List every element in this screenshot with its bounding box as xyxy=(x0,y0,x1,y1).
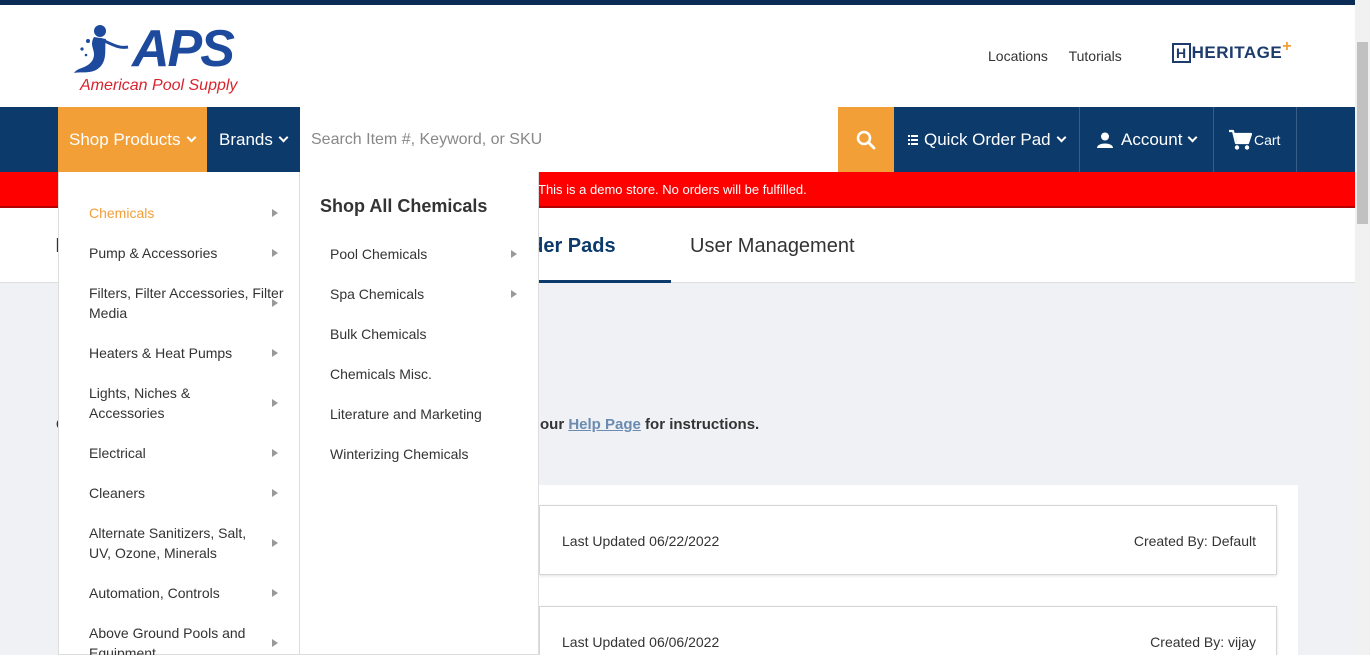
chevron-right-icon xyxy=(272,639,278,647)
heritage-wordmark: HERITAGE xyxy=(1191,43,1283,62)
search-input[interactable] xyxy=(300,107,838,172)
menu-item-above-ground[interactable]: Above Ground Pools and Equipment xyxy=(89,623,264,655)
chevron-right-icon xyxy=(272,539,278,547)
brands-button[interactable]: Brands xyxy=(207,107,300,172)
submenu-item-label: Chemicals Misc. xyxy=(330,366,432,382)
shop-products-menu: Chemicals Pump & Accessories Filters, Fi… xyxy=(58,172,300,655)
submenu-item-label: Literature and Marketing xyxy=(330,406,482,422)
chevron-right-icon xyxy=(272,209,278,217)
submenu-item-label: Pool Chemicals xyxy=(330,246,428,262)
chevron-right-icon xyxy=(511,250,517,258)
chemicals-submenu: Shop All Chemicals Pool Chemicals Spa Ch… xyxy=(300,172,539,655)
user-icon xyxy=(1097,132,1113,148)
menu-item-label: Pump & Accessories xyxy=(89,245,218,261)
menu-item-lights[interactable]: Lights, Niches & Accessories xyxy=(89,383,219,423)
chevron-down-icon xyxy=(1187,132,1198,143)
chevron-right-icon xyxy=(511,290,517,298)
submenu-item-bulk-chemicals[interactable]: Bulk Chemicals xyxy=(330,324,426,344)
help-prefix: our xyxy=(540,416,569,433)
page-scrollbar[interactable] xyxy=(1355,0,1370,655)
help-page-link[interactable]: Help Page xyxy=(568,416,641,433)
created-by: Created By: Default xyxy=(1133,533,1256,549)
brands-label: Brands xyxy=(219,129,273,149)
chevron-right-icon xyxy=(272,249,278,257)
menu-item-chemicals[interactable]: Chemicals xyxy=(89,203,289,223)
search-button[interactable] xyxy=(838,107,894,172)
scrollbar-thumb[interactable] xyxy=(1357,42,1368,224)
menu-item-automation[interactable]: Automation, Controls xyxy=(89,583,289,603)
chevron-right-icon xyxy=(272,589,278,597)
chevron-right-icon xyxy=(272,489,278,497)
created-by: Created By: vijay xyxy=(1150,634,1256,650)
account-button[interactable]: Account xyxy=(1081,107,1214,172)
cart-button[interactable]: Cart xyxy=(1215,107,1297,172)
chevron-right-icon xyxy=(272,449,278,457)
menu-item-heaters[interactable]: Heaters & Heat Pumps xyxy=(89,343,289,363)
menu-item-filters[interactable]: Filters, Filter Accessories, Filter Medi… xyxy=(89,283,289,323)
mermaid-icon xyxy=(74,25,129,73)
heritage-logo[interactable]: H HERITAGE+ xyxy=(1172,38,1292,63)
search-icon xyxy=(856,130,876,149)
quick-order-icon xyxy=(908,134,918,145)
menu-item-cleaners[interactable]: Cleaners xyxy=(89,483,289,503)
shop-products-label: Shop Products xyxy=(69,129,181,149)
chevron-right-icon xyxy=(272,349,278,357)
chevron-right-icon xyxy=(272,299,278,307)
shop-products-button[interactable]: Shop Products xyxy=(58,107,207,172)
menu-item-label: Heaters & Heat Pumps xyxy=(89,345,233,361)
cart-icon xyxy=(1229,129,1252,150)
demo-banner-text: This is a demo store. No orders will be … xyxy=(538,182,807,197)
shop-all-chemicals-link[interactable]: Shop All Chemicals xyxy=(320,196,487,217)
submenu-item-chemicals-misc[interactable]: Chemicals Misc. xyxy=(330,364,432,384)
aps-logo[interactable]: APS American Pool Supply xyxy=(70,21,250,101)
menu-item-label: Cleaners xyxy=(89,485,146,501)
last-updated: Last Updated 06/06/2022 xyxy=(562,634,720,650)
chevron-down-icon xyxy=(278,132,289,143)
submenu-item-label: Winterizing Chemicals xyxy=(330,446,469,462)
plus-icon: + xyxy=(1282,38,1293,55)
menu-item-label: Lights, Niches & Accessories xyxy=(89,385,191,421)
menu-item-label: Automation, Controls xyxy=(89,585,220,601)
help-text: our Help Page for instructions. xyxy=(540,416,759,433)
menu-item-pump[interactable]: Pump & Accessories xyxy=(89,243,289,263)
menu-item-label: Alternate Sanitizers, Salt, UV, Ozone, M… xyxy=(89,525,247,561)
menu-item-label: Electrical xyxy=(89,445,146,461)
last-updated: Last Updated 06/22/2022 xyxy=(562,533,720,549)
menu-item-electrical[interactable]: Electrical xyxy=(89,443,289,463)
site-header: APS American Pool Supply Locations Tutor… xyxy=(0,5,1355,107)
chevron-right-icon xyxy=(272,399,278,407)
menu-item-label: Chemicals xyxy=(89,205,155,221)
chevron-down-icon xyxy=(1056,132,1067,143)
heritage-h-icon: H xyxy=(1172,43,1191,63)
locations-link[interactable]: Locations xyxy=(988,48,1048,64)
tab-user-management[interactable]: User Management xyxy=(690,235,855,258)
main-navbar: Shop Products Brands Quick Order Pad Acc… xyxy=(0,107,1355,172)
header-links: Locations Tutorials xyxy=(988,48,1139,64)
submenu-item-pool-chemicals[interactable]: Pool Chemicals xyxy=(330,244,427,264)
submenu-item-winterizing[interactable]: Winterizing Chemicals xyxy=(330,444,468,464)
menu-item-label: Above Ground Pools and Equipment xyxy=(89,625,246,655)
cart-label: Cart xyxy=(1254,131,1281,148)
reorder-pad-card[interactable]: Last Updated 06/22/2022 Created By: Defa… xyxy=(539,505,1277,575)
logo-wordmark: APS xyxy=(132,20,235,78)
quick-order-pad-label: Quick Order Pad xyxy=(924,129,1051,149)
quick-order-pad-button[interactable]: Quick Order Pad xyxy=(895,107,1080,172)
submenu-item-label: Bulk Chemicals xyxy=(330,326,427,342)
submenu-item-spa-chemicals[interactable]: Spa Chemicals xyxy=(330,284,424,304)
account-label: Account xyxy=(1121,129,1183,149)
tutorials-link[interactable]: Tutorials xyxy=(1069,48,1122,64)
reorder-pad-card[interactable]: Last Updated 06/06/2022 Created By: vija… xyxy=(539,606,1277,655)
help-suffix: for instructions. xyxy=(640,416,760,433)
submenu-item-literature-marketing[interactable]: Literature and Marketing xyxy=(330,404,482,424)
chevron-down-icon xyxy=(186,132,196,143)
menu-item-sanitizers[interactable]: Alternate Sanitizers, Salt, UV, Ozone, M… xyxy=(89,523,264,563)
submenu-item-label: Spa Chemicals xyxy=(330,286,425,302)
menu-item-label: Filters, Filter Accessories, Filter Medi… xyxy=(89,285,284,321)
logo-subtitle: American Pool Supply xyxy=(80,77,238,94)
